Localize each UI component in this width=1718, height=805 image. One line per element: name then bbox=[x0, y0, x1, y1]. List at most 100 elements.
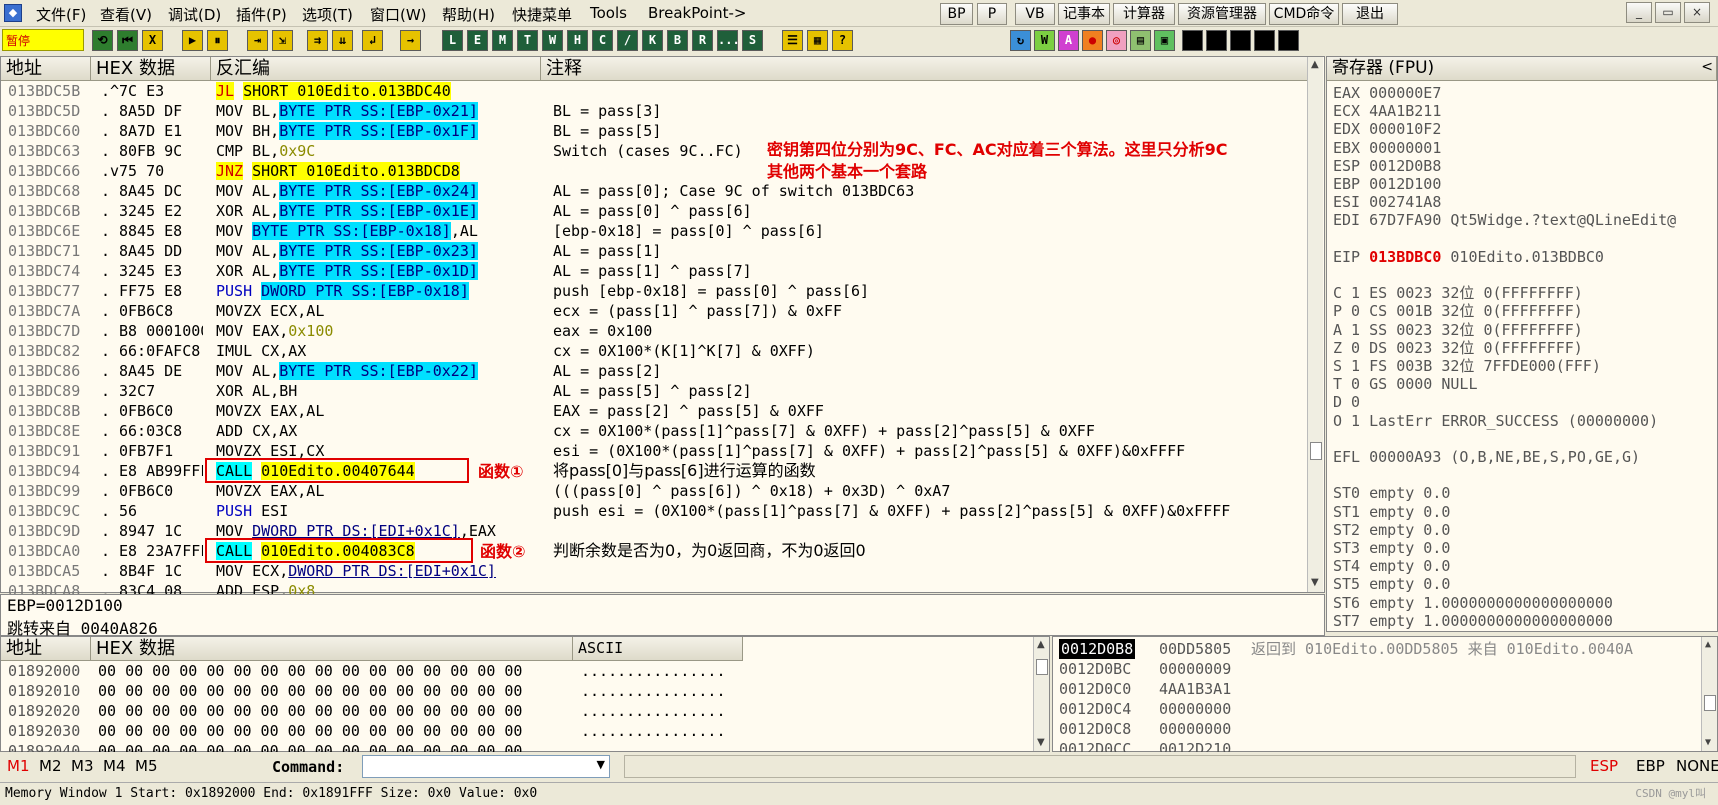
disassembly-row[interactable]: 013BDC9D. 8947 1C MOV DWORD PTR DS:[EDI+0x… bbox=[1, 521, 1311, 541]
command-input[interactable]: ▼ bbox=[362, 755, 610, 778]
scroll-up-icon[interactable]: ▲ bbox=[1705, 639, 1711, 650]
bp-button[interactable]: BP bbox=[940, 3, 973, 25]
disassembly-row[interactable]: 013BDCA0.E8 23A7FFFFCALL 010Edito.004083… bbox=[1, 541, 1311, 561]
step-over-icon[interactable]: ⇲ bbox=[272, 30, 293, 51]
breakpoints-window-icon[interactable]: B bbox=[667, 30, 688, 51]
disassembly-row[interactable]: 013BDC66 .v 75 70 JNZ SHORT 010Edito.013BDC… bbox=[1, 161, 1311, 181]
dump-header-address[interactable]: 地址 bbox=[1, 637, 91, 661]
stack-row[interactable]: 0012D0C8 00000000 bbox=[1053, 719, 1703, 739]
memory-tab-m2[interactable]: M2 bbox=[39, 757, 62, 775]
vb-button[interactable]: VB bbox=[1015, 3, 1055, 25]
stack-row[interactable]: 0012D0BC 00000009 bbox=[1053, 659, 1703, 679]
column-header-hex[interactable]: HEX 数据 bbox=[91, 57, 211, 81]
refresh-icon[interactable]: ↻ bbox=[1010, 30, 1031, 51]
restore-icon[interactable]: ▭ bbox=[1655, 2, 1681, 23]
menu-debug[interactable]: 调试(D) bbox=[168, 4, 221, 25]
dump-row[interactable]: 01892000 00 00 00 00 00 00 00 00 00 00 00… bbox=[1, 661, 1031, 681]
column-header-comment[interactable]: 注释 bbox=[541, 57, 1311, 81]
menu-tools[interactable]: Tools bbox=[590, 4, 627, 22]
register-line[interactable]: EBP 0012D100 bbox=[1333, 174, 1441, 194]
source-window-icon[interactable]: S bbox=[742, 30, 763, 51]
chevron-down-icon[interactable]: ▼ bbox=[597, 758, 605, 771]
register-line[interactable]: Z 0 DS 0023 32位 0(FFFFFFFF) bbox=[1333, 338, 1583, 358]
register-line[interactable]: EDX 000010F2 bbox=[1333, 119, 1441, 139]
register-line[interactable]: ST1 empty 0.0 bbox=[1333, 502, 1450, 522]
register-line[interactable]: EIP 013BDBC0 010Edito.013BDBC0 bbox=[1333, 247, 1604, 267]
register-line[interactable]: O 1 LastErr ERROR_SUCCESS (00000000) bbox=[1333, 411, 1658, 431]
register-line[interactable]: EDI 67D7FA90 Qt5Widge.?text@QLineEdit@ bbox=[1333, 210, 1676, 230]
cmd-button[interactable]: CMD命令 bbox=[1269, 3, 1339, 25]
dump-scrollbar[interactable]: ▲ ▼ bbox=[1033, 637, 1049, 751]
minimize-icon[interactable]: _ bbox=[1626, 2, 1652, 23]
dump-row[interactable]: 01892020 00 00 00 00 00 00 00 00 00 00 00… bbox=[1, 701, 1031, 721]
scroll-down-icon[interactable]: ▼ bbox=[1037, 737, 1045, 748]
scroll-up-icon[interactable]: ▲ bbox=[1037, 639, 1045, 650]
windows-icon[interactable]: W bbox=[1034, 30, 1055, 51]
references-window-icon[interactable]: R bbox=[692, 30, 713, 51]
menu-breakpoint[interactable]: BreakPoint-> bbox=[648, 4, 746, 22]
disassembly-row[interactable]: 013BDC8E. 66:03C8 ADD CX,AX cx = 0X100*(pas… bbox=[1, 421, 1311, 441]
cpu-window-icon[interactable]: C bbox=[592, 30, 613, 51]
memory-dump-pane[interactable]: 地址 HEX 数据 ASCII 01892000 00 00 00 00 00 0… bbox=[0, 636, 1050, 760]
column-header-address[interactable]: 地址 bbox=[1, 57, 91, 81]
disassembly-pane[interactable]: 地址 HEX 数据 反汇编 注释 013BDC5B .^ 7C E3 JL SHORT… bbox=[0, 56, 1325, 600]
dump-row[interactable]: 01892010 00 00 00 00 00 00 00 00 00 00 00… bbox=[1, 681, 1031, 701]
disassembly-row[interactable]: 013BDCA5. 8B4F 1C MOV ECX,DWORD PTR DS:[ED… bbox=[1, 561, 1311, 581]
disassembly-row[interactable]: 013BDC71. 8A45 DD MOV AL,BYTE PTR SS:[EBP-… bbox=[1, 241, 1311, 261]
register-line[interactable]: EBX 00000001 bbox=[1333, 138, 1441, 158]
disassembly-row[interactable]: 013BDC99. 0FB6C0 MOVZX EAX,AL (((pass[0] ^ … bbox=[1, 481, 1311, 501]
scroll-down-icon[interactable]: ▼ bbox=[1311, 577, 1319, 588]
disassembly-row[interactable]: 013BDC77. FF75 E8 PUSH DWORD PTR SS:[EBP-0… bbox=[1, 281, 1311, 301]
register-line[interactable]: C 1 ES 0023 32位 0(FFFFFFFF) bbox=[1333, 283, 1583, 303]
disassembly-row[interactable]: 013BDC89. 32C7 XOR AL,BH AL = pass[5] ^ pas… bbox=[1, 381, 1311, 401]
disassembly-row[interactable]: 013BDC7D. B8 00010000 MOV EAX,0x100 eax = 0… bbox=[1, 321, 1311, 341]
windows-window-icon[interactable]: W bbox=[542, 30, 563, 51]
memory-tab-m4[interactable]: M4 bbox=[103, 757, 126, 775]
rewind-icon[interactable]: ⏮ bbox=[117, 30, 138, 51]
stack-row[interactable]: 0012D0B8 00DD5805 返回到 010Edito.00DD5805 来自… bbox=[1053, 639, 1703, 659]
register-line[interactable]: EFL 00000A93 (O,B,NE,BE,S,PO,GE,G) bbox=[1333, 447, 1640, 467]
disassembly-row[interactable]: 013BDC9C. 56 PUSH ESI push esi = (0X100*(pa… bbox=[1, 501, 1311, 521]
memory-tab-m5[interactable]: M5 bbox=[135, 757, 158, 775]
explorer-button[interactable]: 资源管理器 bbox=[1178, 3, 1266, 25]
register-line[interactable]: ECX 4AA1B211 bbox=[1333, 101, 1441, 121]
register-line[interactable]: ST7 empty 1.0000000000000000000 bbox=[1333, 611, 1613, 631]
stack-row[interactable]: 0012D0C0 4AA1B3A1 bbox=[1053, 679, 1703, 699]
log-window-icon[interactable]: L bbox=[442, 30, 463, 51]
stack-pane[interactable]: 0012D0B8 00DD5805 返回到 010Edito.00DD5805 来自… bbox=[1052, 636, 1718, 758]
menu-options[interactable]: 选项(T) bbox=[302, 4, 353, 25]
register-line[interactable]: T 0 GS 0000 NULL bbox=[1333, 374, 1478, 394]
grid-icon[interactable]: ▦ bbox=[807, 30, 828, 51]
calculator-button[interactable]: 计算器 bbox=[1113, 3, 1175, 25]
memory-tab-m3[interactable]: M3 bbox=[71, 757, 94, 775]
goto-icon[interactable]: → bbox=[400, 30, 421, 51]
menu-shortcuts[interactable]: 快捷菜单 bbox=[512, 4, 572, 25]
restart-icon[interactable]: ⟲ bbox=[92, 30, 113, 51]
disassembly-row[interactable]: 013BDC8B. 0FB6C0 MOVZX EAX,AL EAX = pass[2]… bbox=[1, 401, 1311, 421]
help-icon[interactable]: ? bbox=[832, 30, 853, 51]
register-line[interactable]: S 1 FS 003B 32位 7FFDE000(FFF) bbox=[1333, 356, 1601, 376]
monitor-icon[interactable]: ▣ bbox=[1154, 30, 1175, 51]
disassembly-row[interactable]: 013BDC86. 8A45 DE MOV AL,BYTE PTR SS:[EBP-… bbox=[1, 361, 1311, 381]
disassembly-row[interactable]: 013BDC5D. 8A5D DF MOV BL,BYTE PTR SS:[EBP-… bbox=[1, 101, 1311, 121]
disassembly-row[interactable]: 013BDC5B .^ 7C E3 JL SHORT 010Edito.013BDC4… bbox=[1, 81, 1311, 101]
memory-window-icon[interactable]: M bbox=[492, 30, 513, 51]
exit-button[interactable]: 退出 bbox=[1342, 3, 1398, 25]
menu-view[interactable]: 查看(V) bbox=[100, 4, 152, 25]
register-line[interactable]: ST6 empty 1.0000000000000000000 bbox=[1333, 593, 1613, 613]
patches-window-icon[interactable]: / bbox=[617, 30, 638, 51]
threads-window-icon[interactable]: T bbox=[517, 30, 538, 51]
register-line[interactable]: ST3 empty 0.0 bbox=[1333, 538, 1450, 558]
list-icon[interactable]: ☰ bbox=[782, 30, 803, 51]
dump-row[interactable]: 01892030 00 00 00 00 00 00 00 00 00 00 00… bbox=[1, 721, 1031, 741]
scroll-down-icon[interactable]: ▼ bbox=[1705, 737, 1711, 748]
dump-header-ascii[interactable]: ASCII bbox=[573, 637, 743, 661]
execute-till-return-icon[interactable]: ↲ bbox=[362, 30, 383, 51]
register-line[interactable]: ESP 0012D0B8 bbox=[1333, 156, 1441, 176]
registers-header[interactable]: 寄存器 (FPU) bbox=[1327, 57, 1717, 81]
register-line[interactable]: ST5 empty 0.0 bbox=[1333, 574, 1450, 594]
register-line[interactable]: P 0 CS 001B 32位 0(FFFFFFFF) bbox=[1333, 301, 1583, 321]
menu-window[interactable]: 窗口(W) bbox=[370, 4, 427, 25]
disassembly-row[interactable]: 013BDC6E. 8845 E8 MOV BYTE PTR SS:[EBP-0x1… bbox=[1, 221, 1311, 241]
scroll-thumb[interactable] bbox=[1310, 442, 1322, 460]
